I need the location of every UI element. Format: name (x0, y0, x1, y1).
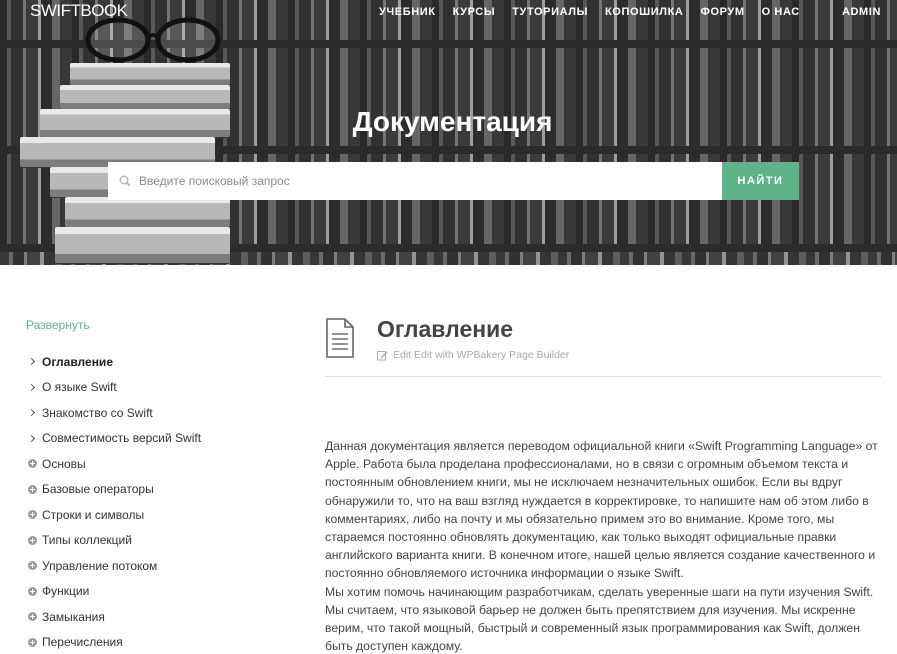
chevron-right-icon (27, 383, 42, 391)
nav-link-koposhilka[interactable]: КОПОШИЛКА (605, 6, 683, 18)
toc-item-label: Типы коллекций (42, 533, 132, 548)
paragraph: Данная документация является переводом о… (325, 439, 878, 581)
plus-circle-icon[interactable] (28, 510, 42, 520)
chevron-right-icon (27, 358, 42, 366)
nav-link-tutorialy[interactable]: ТУТОРИАЛЫ (512, 6, 588, 18)
toc-item-upravlenie-potokom[interactable]: Управление потоком (28, 553, 201, 579)
top-navigation-bar: SWIFTBOOK УЧЕБНИК КУРСЫ ТУТОРИАЛЫ КОПОШИ… (0, 0, 897, 26)
title-divider (325, 376, 881, 377)
toc-item-label: Функции (42, 584, 90, 599)
toc-item-label: О языке Swift (42, 380, 117, 395)
toc-item-zamykaniya[interactable]: Замыкания (28, 604, 201, 630)
search-button[interactable]: НАЙТИ (722, 162, 799, 200)
toc-item-bazovye-operatory[interactable]: Базовые операторы (28, 477, 201, 503)
toc-item-stroki[interactable]: Строки и символы (28, 502, 201, 528)
toc-item-label: Перечисления (42, 635, 123, 650)
edit-link[interactable]: Edit Edit with WPBakery Page Builder (377, 349, 569, 361)
toc-item-label: Оглавление (42, 354, 113, 369)
nav-link-kursy[interactable]: КУРСЫ (453, 6, 496, 18)
book-stack-illustration (10, 55, 235, 265)
plus-circle-icon[interactable] (28, 637, 42, 647)
paragraph: Мы хотим помочь начинающим разработчикам… (325, 584, 874, 654)
toc-item-label: Управление потоком (42, 558, 158, 573)
toc-item-sovmestimost[interactable]: Совместимость версий Swift (27, 426, 202, 452)
toc-item-o-yazyke-swift[interactable]: О языке Swift (27, 375, 201, 401)
search-input[interactable] (108, 162, 722, 200)
expand-link[interactable]: Развернуть (26, 318, 90, 332)
document-icon (326, 318, 354, 358)
toc-item-osnovy[interactable]: Основы (28, 451, 201, 477)
toc-item-label: Совместимость версий Swift (42, 431, 202, 446)
toc-item-label: Базовые операторы (42, 482, 154, 497)
site-logo[interactable]: SWIFTBOOK (30, 1, 128, 21)
main-nav: УЧЕБНИК КУРСЫ ТУТОРИАЛЫ КОПОШИЛКА ФОРУМ … (379, 6, 817, 18)
nav-link-uchebnik[interactable]: УЧЕБНИК (379, 6, 436, 18)
plus-circle-icon[interactable] (28, 612, 42, 622)
article-body: Данная документация является переводом о… (325, 437, 881, 654)
toc-item-funkcii[interactable]: Функции (28, 579, 201, 605)
page-title: Оглавление (377, 316, 514, 342)
table-of-contents: Оглавление О языке Swift Знакомство со S… (27, 349, 202, 654)
nav-link-forum[interactable]: ФОРУМ (700, 6, 744, 18)
edit-link-label: Edit Edit with WPBakery Page Builder (393, 349, 570, 361)
toc-item-oglavlenie[interactable]: Оглавление (27, 349, 201, 375)
chevron-right-icon (27, 434, 42, 442)
toc-item-label: Строки и символы (42, 507, 145, 522)
nav-link-o-nas[interactable]: О НАС (762, 6, 800, 18)
toc-item-perechisleniya[interactable]: Перечисления (28, 630, 201, 654)
chevron-right-icon (27, 409, 42, 417)
toc-item-label: Основы (42, 456, 86, 471)
admin-link[interactable]: ADMIN (842, 6, 881, 18)
hero-title: Документация (352, 106, 553, 137)
toc-item-label: Знакомство со Swift (42, 405, 153, 420)
toc-item-znakomstvo[interactable]: Знакомство со Swift (27, 400, 201, 426)
plus-circle-icon[interactable] (28, 561, 42, 571)
plus-circle-icon[interactable] (28, 586, 42, 596)
toc-item-tipy-kollekciy[interactable]: Типы коллекций (28, 528, 201, 554)
pencil-icon (377, 350, 388, 360)
plus-circle-icon[interactable] (28, 459, 42, 469)
plus-circle-icon[interactable] (28, 484, 42, 494)
plus-circle-icon[interactable] (28, 535, 42, 545)
toc-item-label: Замыкания (42, 609, 105, 624)
